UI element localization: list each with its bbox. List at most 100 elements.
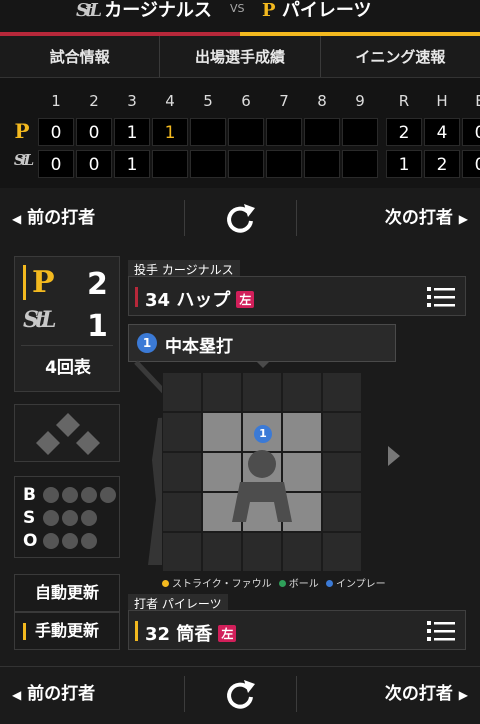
batter-nav-top: ◀ 前の打者 次の打者 ▶ xyxy=(0,194,480,242)
score-cell xyxy=(190,118,226,146)
pirates-logo-icon: P xyxy=(14,119,30,143)
score-cell xyxy=(152,150,188,178)
refresh-icon[interactable] xyxy=(220,676,260,712)
score-cell: 0 xyxy=(76,150,112,178)
score-cell xyxy=(342,118,378,146)
zone-cell xyxy=(282,372,322,412)
score-cell: 0 xyxy=(76,118,112,146)
bso-panel: B S O xyxy=(14,476,120,558)
batter-name-text: 32 筒香 xyxy=(145,624,213,645)
vs-label: VS xyxy=(230,2,245,15)
home-team-name: パイレーツ xyxy=(281,0,372,21)
zone-cell xyxy=(242,372,282,412)
prev-batter-label: 前の打者 xyxy=(27,684,96,704)
tab-player-stats[interactable]: 出場選手成績 xyxy=(160,36,321,77)
score-cell: 0 xyxy=(462,150,480,178)
prev-batter-button-bottom[interactable]: ◀ 前の打者 xyxy=(12,670,95,718)
cardinals-logo-icon: StL xyxy=(23,307,56,333)
inning-col-header: 4 xyxy=(165,92,175,110)
batter-box[interactable]: 32 筒香左 xyxy=(128,610,466,650)
pitch-marker[interactable]: 1 xyxy=(254,425,272,443)
manual-update-label: 手動更新 xyxy=(34,621,99,640)
chevron-right-icon: ▶ xyxy=(458,688,468,702)
chevron-left-icon: ◀ xyxy=(12,212,22,226)
bases-panel xyxy=(14,404,120,462)
at-bat-result: 1 中本塁打 xyxy=(128,324,396,362)
inning-col-header: R xyxy=(398,92,410,110)
score-cell: 1 xyxy=(386,150,422,178)
prev-batter-label: 前の打者 xyxy=(27,208,96,228)
zone-cell xyxy=(322,532,362,572)
cardinals-logo-icon: StL xyxy=(76,0,102,21)
result-pointer-icon xyxy=(256,361,270,368)
count-dot xyxy=(62,487,78,503)
score-cell xyxy=(228,118,264,146)
tab-inning-report[interactable]: イニング速報 xyxy=(321,36,480,77)
zone-cell xyxy=(322,452,362,492)
next-batter-label: 次の打者 xyxy=(384,208,453,228)
score-cell: 2 xyxy=(424,150,460,178)
next-batter-button-bottom[interactable]: 次の打者 ▶ xyxy=(385,670,468,718)
inning-col-header: 7 xyxy=(279,92,289,110)
team-header: StL カージナルス VS P パイレーツ xyxy=(0,0,480,36)
chevron-right-icon: ▶ xyxy=(458,212,468,226)
prev-batter-button[interactable]: ◀ 前の打者 xyxy=(12,194,95,242)
score-cell xyxy=(304,118,340,146)
inning-col-header: 8 xyxy=(317,92,327,110)
pitcher-box[interactable]: 34 ハップ左 xyxy=(128,276,466,316)
inning-col-header: 5 xyxy=(203,92,213,110)
manual-update-button[interactable]: 手動更新 xyxy=(14,612,120,650)
batter-name: 32 筒香左 xyxy=(145,620,237,646)
strike-label: S xyxy=(23,508,36,528)
away-team-name: カージナルス xyxy=(104,0,212,21)
next-batter-button[interactable]: 次の打者 ▶ xyxy=(385,194,468,242)
batter-menu-icon[interactable] xyxy=(427,620,455,642)
scoreboard: 123456789RHE P 0011240 StL 001120 xyxy=(0,78,480,188)
zone-cell xyxy=(162,412,202,452)
inning-col-header: E xyxy=(475,92,480,110)
pitcher-hand-badge: 左 xyxy=(236,291,255,308)
bases-diamond-icon xyxy=(36,413,100,455)
legend-ball: ボール xyxy=(288,579,319,590)
zone-cell xyxy=(322,412,362,452)
score-cell xyxy=(266,118,302,146)
count-dot xyxy=(62,533,78,549)
zone-cell xyxy=(202,372,242,412)
score-cell xyxy=(266,150,302,178)
refresh-icon[interactable] xyxy=(220,200,260,236)
next-batter-label: 次の打者 xyxy=(384,684,453,704)
count-dot xyxy=(81,487,97,503)
zone-cell xyxy=(162,492,202,532)
pitcher-name-text: 34 ハップ xyxy=(145,290,231,311)
zone-cell xyxy=(322,492,362,532)
chevron-left-icon: ◀ xyxy=(12,688,22,702)
pirates-logo-icon: P xyxy=(23,265,55,300)
tab-bar: 試合情報 出場選手成績 イニング速報 xyxy=(0,36,480,78)
away-team: StL カージナルス xyxy=(76,0,212,22)
scoreboard-row-pirates: P 0011240 xyxy=(0,118,480,146)
ball-label: B xyxy=(23,485,36,505)
score-cell xyxy=(190,150,226,178)
legend-strike: ストライク・ファウル xyxy=(172,579,272,590)
out-label: O xyxy=(23,531,38,551)
count-dot xyxy=(43,533,59,549)
inning-col-header: 6 xyxy=(241,92,251,110)
pirates-score: 2 xyxy=(87,267,108,302)
cardinals-score: 1 xyxy=(87,309,108,344)
result-number-badge: 1 xyxy=(137,333,157,353)
inning-col-header: 3 xyxy=(127,92,137,110)
score-cell: 2 xyxy=(386,118,422,146)
score-cell: 1 xyxy=(114,150,150,178)
auto-update-button[interactable]: 自動更新 xyxy=(14,574,120,612)
score-cell xyxy=(342,150,378,178)
zone-cell xyxy=(162,532,202,572)
count-dot xyxy=(100,487,116,503)
score-cell: 0 xyxy=(462,118,480,146)
pirates-logo-icon: P xyxy=(262,0,276,21)
inning-label: 4回表 xyxy=(45,358,91,378)
tab-game-info[interactable]: 試合情報 xyxy=(0,36,161,77)
zone-next-arrow-icon[interactable] xyxy=(388,446,400,466)
scoreboard-row-cardinals: StL 001120 xyxy=(0,150,480,178)
pitcher-menu-icon[interactable] xyxy=(427,286,455,308)
pitch-legend: ストライク・ファウル ボール インプレー xyxy=(158,575,386,590)
